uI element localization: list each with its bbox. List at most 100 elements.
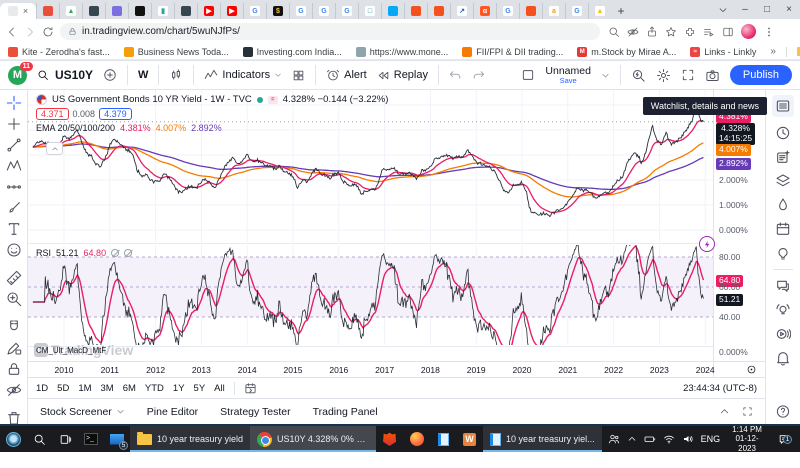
chart-style-icon[interactable] [169, 68, 183, 82]
battery-icon[interactable] [644, 433, 656, 445]
time-axis[interactable]: 2010201120122013201420152016201720182019… [28, 361, 765, 377]
browser-tab[interactable]: ↗ [450, 3, 473, 19]
indicator-templates-icon[interactable] [292, 69, 305, 82]
menu-dots-icon[interactable] [763, 26, 775, 38]
go-to-recent-icon[interactable] [746, 364, 757, 375]
browser-tab[interactable] [82, 3, 105, 19]
bookmarks-overflow-chevrons[interactable]: » [770, 46, 776, 57]
price-axis[interactable]: 4.381% 4.328% 14:15:25 4.007% 2.892% 2.0… [713, 90, 765, 377]
ema-legend[interactable]: EMA 20/50/100/200 4.381%4.007%2.892% [36, 123, 388, 133]
macd-pane-legend[interactable]: CM_Ult_MacD_MtF [36, 346, 106, 355]
browser-tab[interactable]: G [243, 3, 266, 19]
alert-button[interactable]: Alert [326, 68, 367, 82]
bookmark-item[interactable]: https://www.mone... [356, 47, 449, 57]
chart-clock[interactable]: 23:44:34 (UTC-8) [683, 383, 757, 394]
bottom-tab-stock-screener[interactable]: Stock Screener [40, 406, 125, 418]
browser-tab[interactable]: G [289, 3, 312, 19]
browser-tab[interactable]: $ [266, 3, 289, 19]
browser-tab[interactable] [36, 3, 59, 19]
start-button[interactable] [0, 426, 26, 452]
timeframe-all-button[interactable]: All [214, 383, 225, 394]
fullscreen-icon[interactable] [681, 68, 695, 82]
bookmark-item[interactable]: Investing.com India... [243, 47, 342, 57]
browser-tab[interactable]: α [473, 3, 496, 19]
xabcd-tool-icon[interactable] [6, 158, 22, 174]
symbol-search-button[interactable]: US10Y [37, 68, 93, 82]
zoom-in-tool-icon[interactable] [6, 291, 22, 307]
maximize-button[interactable]: □ [756, 0, 778, 19]
go-to-date-icon[interactable] [244, 382, 257, 395]
main-legend[interactable]: US Government Bonds 10 YR Yield - 1W - T… [36, 94, 388, 133]
reload-icon[interactable] [42, 26, 54, 38]
layout-select-icon[interactable] [521, 68, 535, 82]
taskbar-app-folder[interactable]: 10 year treasury yield [130, 426, 250, 452]
minimize-button[interactable]: – [734, 0, 756, 19]
crosshair-tool-icon[interactable] [6, 95, 22, 111]
layout-chevron-icon[interactable] [601, 71, 610, 80]
add-symbol-icon[interactable] [103, 68, 117, 82]
watchlist-sidebar-icon[interactable] [772, 95, 794, 117]
smiley-tool-icon[interactable] [6, 242, 22, 258]
language-indicator[interactable]: ENG [701, 434, 721, 444]
timeframe-6m-button[interactable]: 6M [123, 383, 136, 394]
flame-sidebar-icon[interactable] [775, 197, 791, 213]
timeframe-1m-button[interactable]: 1M [78, 383, 91, 394]
pattern-tool-icon[interactable] [6, 179, 22, 195]
undo-icon[interactable] [449, 69, 462, 82]
bottom-tab-trading-panel[interactable]: Trading Panel [313, 406, 378, 418]
indicators-button[interactable]: Indicators [204, 68, 282, 82]
browser-tab[interactable]: ▶ [220, 3, 243, 19]
bottom-tab-pine-editor[interactable]: Pine Editor [147, 406, 198, 418]
redo-icon[interactable] [472, 69, 485, 82]
tab-search-icon[interactable] [712, 0, 734, 19]
side-panel-icon[interactable] [722, 26, 734, 38]
timeframe-1y-button[interactable]: 1Y [173, 383, 185, 394]
people-icon[interactable] [608, 433, 620, 445]
url-text[interactable]: in.tradingview.com/chart/5wuNJfPs/ [82, 26, 240, 37]
taskbar-search-icon[interactable] [26, 426, 52, 452]
mail-icon[interactable]: 5 [104, 426, 130, 452]
browser-tab[interactable]: G [565, 3, 588, 19]
draw-lock-tool-icon[interactable] [6, 340, 22, 356]
bookmark-item[interactable]: Mm.Stock by Mirae A... [577, 47, 676, 57]
browser-tab[interactable]: ▲ [59, 3, 82, 19]
plus-tool-icon[interactable] [6, 116, 22, 132]
eye-off-tool-icon[interactable] [6, 382, 22, 398]
layout-name-button[interactable]: Unnamed Save [545, 66, 591, 85]
browser-tab[interactable]: ▮ [151, 3, 174, 19]
clock-sidebar-icon[interactable] [775, 125, 791, 141]
taskbar-app-firefox[interactable] [403, 426, 431, 452]
close-button[interactable]: × [778, 0, 800, 19]
replay-button[interactable]: Replay [377, 69, 428, 82]
bookmark-star-icon[interactable] [665, 26, 677, 38]
timeframe-5d-button[interactable]: 5D [57, 383, 69, 394]
taskbar-app-notepad[interactable] [431, 426, 456, 452]
forward-icon[interactable] [24, 26, 36, 38]
brush-tool-icon[interactable] [6, 200, 22, 216]
notes-sidebar-icon[interactable] [775, 149, 791, 165]
browser-tab[interactable] [519, 3, 542, 19]
task-view-icon[interactable] [52, 426, 78, 452]
maximize-panel-icon[interactable] [742, 406, 753, 417]
timeframe-3m-button[interactable]: 3M [101, 383, 114, 394]
timeframe-ytd-button[interactable]: YTD [145, 383, 164, 394]
extensions-puzzle-icon[interactable] [684, 26, 696, 38]
bell-sidebar-icon[interactable] [775, 350, 791, 366]
minds-sidebar-icon[interactable] [775, 326, 791, 342]
browser-tab[interactable]: □ [358, 3, 381, 19]
bookmark-item[interactable]: Business News Toda... [124, 47, 229, 57]
taskbar-clock[interactable]: 1:14 PM 01-12-2023 [727, 425, 767, 454]
symbol-title[interactable]: US Government Bonds 10 YR Yield - 1W - T… [52, 94, 252, 105]
browser-tab[interactable]: G [335, 3, 358, 19]
bookmark-item[interactable]: ≈Links - Linkly [690, 47, 756, 57]
tray-chevron-icon[interactable] [627, 434, 637, 444]
browser-tab[interactable]: G [312, 3, 335, 19]
bookmark-item[interactable]: FII/FPI & DII trading... [462, 47, 563, 57]
action-center-icon[interactable]: 1 [774, 433, 794, 446]
stream-sidebar-icon[interactable] [775, 302, 791, 318]
settings-gear-icon[interactable] [656, 68, 671, 83]
browser-tab[interactable] [404, 3, 427, 19]
taskbar-app-brave[interactable] [376, 426, 403, 452]
ruler-tool-icon[interactable] [6, 270, 22, 286]
browser-tab[interactable] [174, 3, 197, 19]
